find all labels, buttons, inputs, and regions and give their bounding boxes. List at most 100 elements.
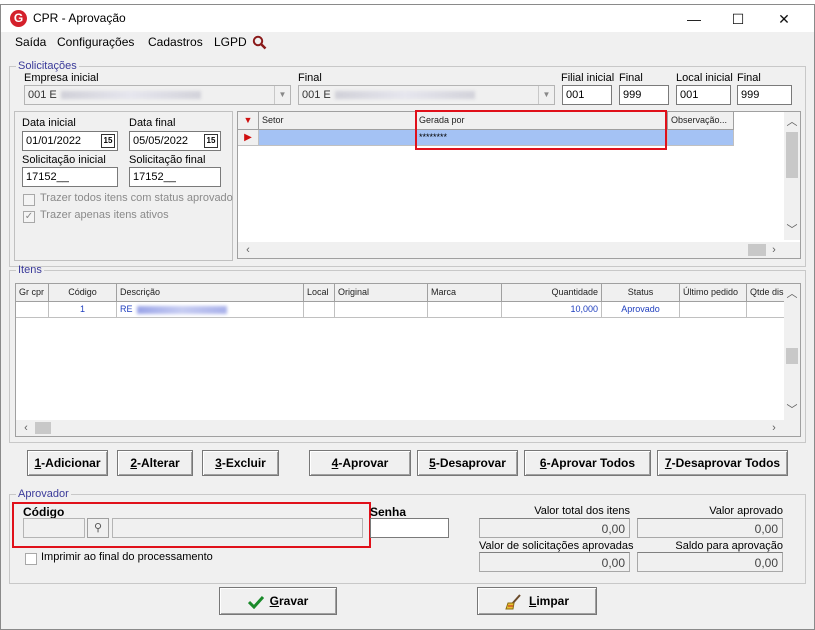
empresa-final-value: 001 E bbox=[302, 89, 331, 101]
cell-quantidade[interactable]: 10,000 bbox=[502, 302, 602, 318]
valor-solicitacoes-label: Valor de solicitações aprovadas bbox=[479, 540, 634, 552]
aprovar-todos-label: -Aprovar Todos bbox=[546, 456, 636, 470]
chevron-left-icon[interactable]: ‹ bbox=[18, 420, 34, 436]
saldo-field: 0,00 bbox=[637, 552, 783, 572]
chevron-down-icon[interactable]: ﹀ bbox=[784, 402, 800, 418]
cell-codigo[interactable]: 1 bbox=[49, 302, 117, 318]
col-setor[interactable]: Setor bbox=[259, 112, 416, 130]
redacted-text bbox=[334, 91, 475, 100]
limpar-label: impar bbox=[536, 594, 570, 608]
gravar-button[interactable]: Gravar bbox=[219, 587, 337, 615]
col-original[interactable]: Original bbox=[335, 284, 428, 302]
chk-status-aprovado[interactable] bbox=[23, 194, 35, 206]
valor-total-field: 0,00 bbox=[479, 518, 630, 538]
chevron-up-icon[interactable]: ︿ bbox=[784, 114, 800, 130]
chevron-down-icon[interactable]: ▼ bbox=[274, 86, 290, 104]
scroll-thumb[interactable] bbox=[35, 422, 51, 434]
chevron-right-icon[interactable]: › bbox=[766, 420, 782, 436]
cell-local[interactable] bbox=[304, 302, 335, 318]
scroll-thumb[interactable] bbox=[748, 244, 766, 256]
desaprovar-button[interactable]: 5-Desaprovar bbox=[417, 450, 518, 476]
excluir-button[interactable]: 3-Excluir bbox=[202, 450, 279, 476]
itens-grid-hscroll[interactable]: ‹ › bbox=[16, 420, 800, 436]
cell-original[interactable] bbox=[335, 302, 428, 318]
empresa-final-select[interactable]: 001 E ▼ bbox=[298, 85, 555, 105]
solicitacao-inicial-input[interactable]: 17152__ bbox=[22, 167, 118, 187]
window-title: CPR - Aprovação bbox=[33, 11, 126, 25]
col-descricao[interactable]: Descrição bbox=[117, 284, 304, 302]
col-ultimo-pedido[interactable]: Último pedido bbox=[680, 284, 747, 302]
data-final-input[interactable]: 05/05/2022 15 bbox=[129, 131, 221, 151]
adicionar-button[interactable]: 1-Adicionar bbox=[27, 450, 108, 476]
col-qtde-dis[interactable]: Qtde dis bbox=[747, 284, 785, 302]
close-button[interactable]: ✕ bbox=[762, 8, 806, 30]
excluir-hotkey: 3 bbox=[215, 456, 222, 470]
chk-imprimir[interactable] bbox=[25, 553, 37, 565]
col-observacao[interactable]: Observação... bbox=[668, 112, 734, 130]
cell-qtde-dis[interactable] bbox=[747, 302, 785, 318]
col-gr-cpr[interactable]: Gr cpr bbox=[16, 284, 49, 302]
valor-total-label: Valor total dos itens bbox=[534, 505, 630, 517]
empresa-inicial-select[interactable]: 001 E ▼ bbox=[24, 85, 291, 105]
adicionar-label: -Adicionar bbox=[41, 456, 101, 470]
scroll-thumb[interactable] bbox=[786, 132, 798, 178]
chevron-down-icon[interactable]: ▼ bbox=[538, 86, 554, 104]
menu-saida[interactable]: Saída bbox=[15, 35, 46, 49]
solicitacoes-legend: Solicitações bbox=[18, 60, 77, 72]
local-inicial-input[interactable]: 001 bbox=[676, 85, 731, 105]
desaprovar-todos-button[interactable]: 7-Desaprovar Todos bbox=[657, 450, 788, 476]
col-codigo[interactable]: Código bbox=[49, 284, 117, 302]
cell-status[interactable]: Aprovado bbox=[602, 302, 680, 318]
chevron-left-icon[interactable]: ‹ bbox=[240, 242, 256, 258]
col-status[interactable]: Status bbox=[602, 284, 680, 302]
menu-cadastros[interactable]: Cadastros bbox=[148, 35, 203, 49]
data-inicial-label: Data inicial bbox=[22, 117, 76, 129]
calendar-icon[interactable]: 15 bbox=[204, 134, 218, 148]
alterar-button[interactable]: 2-Alterar bbox=[117, 450, 193, 476]
senha-input[interactable] bbox=[370, 518, 449, 538]
menu-configuracoes[interactable]: Configurações bbox=[57, 35, 134, 49]
cell-gr-cpr[interactable] bbox=[16, 302, 49, 318]
local-final-input[interactable]: 999 bbox=[737, 85, 792, 105]
col-local[interactable]: Local bbox=[304, 284, 335, 302]
filial-inicial-input[interactable]: 001 bbox=[562, 85, 612, 105]
desaprovar-label: -Desaprovar bbox=[435, 456, 506, 470]
col-quantidade[interactable]: Quantidade bbox=[502, 284, 602, 302]
filial-final-input[interactable]: 999 bbox=[619, 85, 669, 105]
data-inicial-value: 01/01/2022 bbox=[26, 135, 82, 147]
calendar-icon[interactable]: 15 bbox=[101, 134, 115, 148]
redacted-text bbox=[136, 305, 227, 314]
data-inicial-input[interactable]: 01/01/2022 15 bbox=[22, 131, 118, 151]
chk-itens-ativos[interactable]: ✓ bbox=[23, 211, 35, 223]
row-observacao[interactable] bbox=[668, 130, 734, 146]
chevron-up-icon[interactable]: ︿ bbox=[784, 286, 800, 302]
cell-marca[interactable] bbox=[428, 302, 502, 318]
chevron-down-icon[interactable]: ﹀ bbox=[784, 222, 800, 238]
itens-grid-vscroll[interactable]: ︿ ﹀ bbox=[784, 284, 800, 420]
filial-final-label: Final bbox=[619, 72, 643, 84]
local-final-label: Final bbox=[737, 72, 761, 84]
solicitacao-final-input[interactable]: 17152__ bbox=[129, 167, 221, 187]
empresa-inicial-value: 001 E bbox=[28, 89, 57, 101]
scroll-thumb[interactable] bbox=[786, 348, 798, 364]
sol-grid-hscroll[interactable]: ‹ › bbox=[238, 242, 800, 258]
search-icon[interactable] bbox=[252, 35, 267, 50]
cell-descricao[interactable]: RE bbox=[117, 302, 304, 318]
aprovar-todos-button[interactable]: 6-Aprovar Todos bbox=[524, 450, 651, 476]
gravar-hotkey: G bbox=[269, 594, 279, 608]
row-setor[interactable] bbox=[259, 130, 416, 146]
aprovar-button[interactable]: 4-Aprovar bbox=[309, 450, 411, 476]
chk-itens-ativos-label: Trazer apenas itens ativos bbox=[40, 209, 169, 221]
sort-arrow-icon[interactable]: ▼ bbox=[238, 112, 259, 130]
col-marca[interactable]: Marca bbox=[428, 284, 502, 302]
minimize-button[interactable]: — bbox=[672, 8, 716, 30]
menu-lgpd[interactable]: LGPD bbox=[214, 35, 247, 49]
excluir-label: -Excluir bbox=[221, 456, 266, 470]
menu-bar: Saída Configurações Cadastros LGPD bbox=[1, 32, 814, 54]
valor-solicitacoes-field: 0,00 bbox=[479, 552, 630, 572]
maximize-button[interactable]: ☐ bbox=[716, 8, 760, 30]
cell-ultimo-pedido[interactable] bbox=[680, 302, 747, 318]
chevron-right-icon[interactable]: › bbox=[766, 242, 782, 258]
sol-grid-vscroll[interactable]: ︿ ﹀ bbox=[784, 112, 800, 240]
limpar-button[interactable]: Limpar bbox=[477, 587, 597, 615]
